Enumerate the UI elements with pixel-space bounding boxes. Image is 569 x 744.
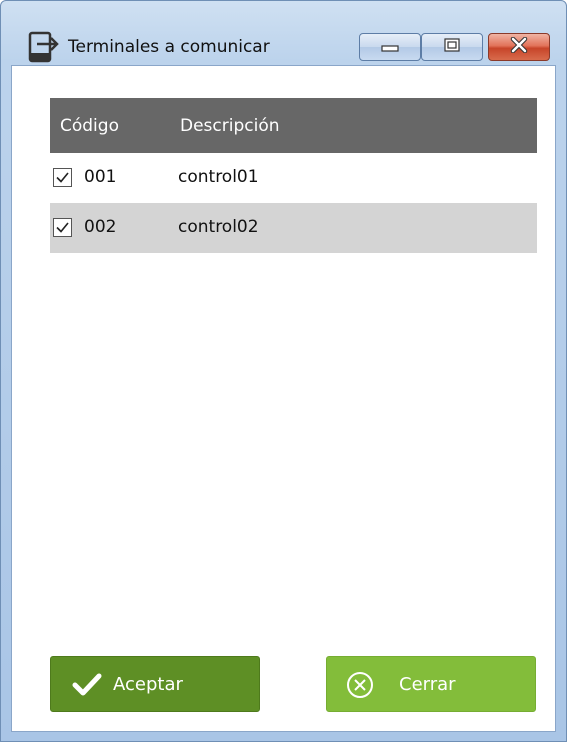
row-description: control02 [178, 217, 259, 237]
window-title: Terminales a comunicar [68, 37, 270, 57]
table-row[interactable]: 002 control02 [50, 203, 537, 253]
close-button-label: Cerrar [399, 674, 456, 695]
circle-x-icon [345, 670, 377, 700]
checkmark-icon [71, 670, 103, 700]
row-checkbox[interactable] [53, 168, 72, 187]
table-row[interactable]: 001 control01 [50, 153, 537, 203]
terminals-grid: Código Descripción 001 control01 002 con… [50, 98, 537, 253]
close-button[interactable]: Cerrar [326, 656, 536, 712]
maximize-button[interactable] [421, 33, 483, 61]
close-window-button[interactable] [488, 33, 550, 61]
title-bar[interactable]: Terminales a comunicar [1, 1, 566, 63]
accept-button-label: Aceptar [113, 674, 183, 695]
row-code: 002 [84, 217, 117, 237]
column-header-description[interactable]: Descripción [180, 116, 280, 136]
close-icon [509, 36, 529, 57]
column-header-code[interactable]: Código [60, 116, 119, 136]
dialog-window: Terminales a comunicar Código Descripció… [0, 0, 567, 742]
minimize-button[interactable] [359, 33, 421, 61]
minimize-icon [380, 38, 400, 57]
row-code: 001 [84, 167, 117, 187]
row-checkbox[interactable] [53, 218, 72, 237]
accept-button[interactable]: Aceptar [50, 656, 260, 712]
maximize-icon [443, 37, 461, 57]
row-description: control01 [178, 167, 259, 187]
grid-header: Código Descripción [50, 98, 537, 153]
terminal-exit-icon [27, 31, 61, 65]
dialog-content: Código Descripción 001 control01 002 con… [11, 65, 556, 732]
